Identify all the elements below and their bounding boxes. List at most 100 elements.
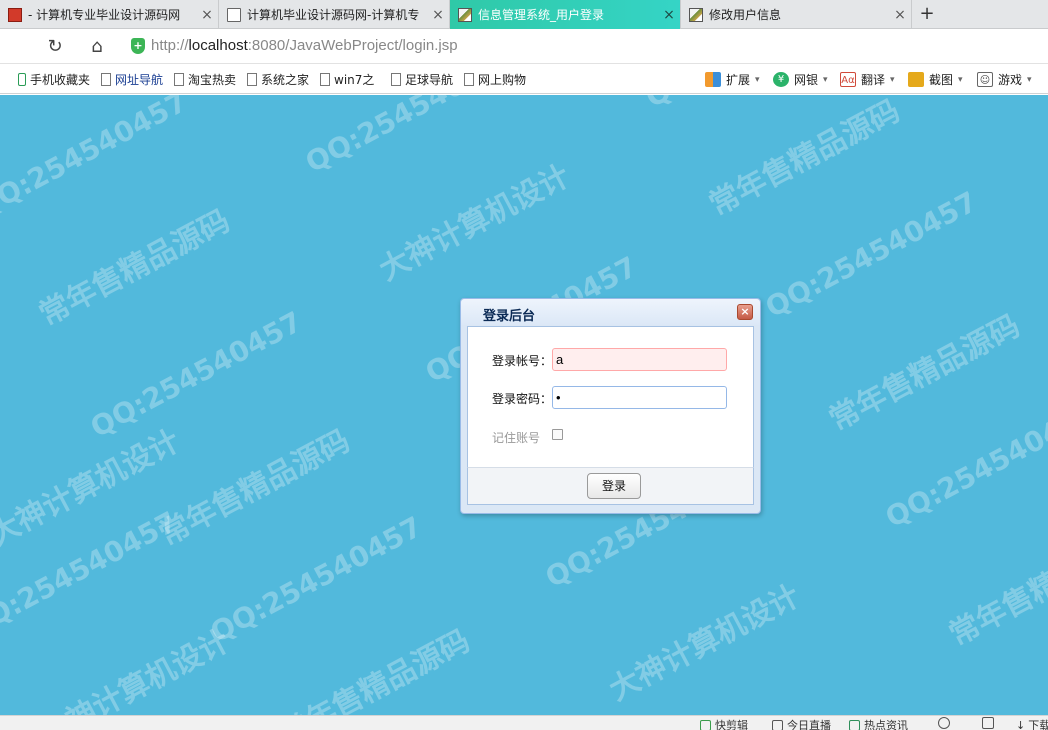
chevron-down-icon: ▾ — [890, 74, 895, 85]
dialog-header[interactable]: 登录后台 × — [461, 299, 760, 325]
game-icon: ☺ — [977, 72, 993, 87]
bookmark-shopping[interactable]: 网上购物 — [464, 71, 526, 88]
bookmark-label: 淘宝热卖 — [188, 73, 237, 87]
watermark: 常年售精品源码 — [153, 423, 356, 553]
page-icon — [247, 73, 257, 86]
watermark: 大神计算机设计 — [33, 623, 236, 715]
translate-icon: Aα — [840, 72, 856, 87]
url-scheme: http:// — [151, 37, 189, 54]
phone-icon — [18, 73, 26, 86]
toolbar-label: 截图 — [929, 73, 954, 87]
remember-account-label: 记住账号 — [492, 431, 541, 445]
toolbar-label: 游戏 — [998, 73, 1023, 87]
password-label: 登录密码： — [492, 392, 553, 406]
watermark: QQ:254540457 — [760, 185, 983, 325]
account-input[interactable]: a — [552, 348, 727, 371]
chevron-down-icon: ▾ — [755, 74, 760, 85]
red-logo-icon — [8, 7, 22, 22]
scissors-icon — [700, 719, 711, 730]
clock-button[interactable] — [938, 717, 950, 729]
games-menu[interactable]: ☺ 游戏 ▾ — [977, 71, 1032, 88]
clock-icon — [938, 717, 950, 729]
address-input[interactable]: http://localhost:8080/JavaWebProject/log… — [151, 37, 458, 54]
page-icon — [391, 73, 401, 86]
login-dialog: 登录后台 × 登录帐号： a 登录密码： • 记住账号 登录 — [460, 298, 761, 514]
chevron-down-icon: ▾ — [1027, 74, 1032, 85]
watermark: 常年售精品源码 — [33, 203, 236, 333]
close-icon[interactable]: × — [196, 7, 218, 23]
dialog-body: 登录帐号： a 登录密码： • 记住账号 — [467, 326, 754, 467]
home-icon[interactable]: ⌂ — [85, 35, 109, 59]
status-label: 快剪辑 — [715, 719, 748, 730]
new-tab-button[interactable]: + — [915, 3, 939, 25]
page-icon — [101, 73, 111, 86]
tab-title: - 计算机专业毕业设计源码网 — [28, 8, 181, 22]
plane-icon — [982, 717, 994, 729]
tab-edit-user[interactable]: 修改用户信息 × — [681, 0, 912, 29]
toolbar-label: 翻译 — [861, 73, 886, 87]
bookmark-label: win7之 — [334, 73, 375, 87]
plane-button[interactable] — [982, 717, 994, 729]
bookmark-football[interactable]: 足球导航 — [391, 71, 453, 88]
status-label: 热点资讯 — [864, 719, 908, 730]
bookmark-url-navigation[interactable]: 网址导航 — [101, 71, 163, 88]
watermark: 常年售精品源码 — [823, 308, 1026, 438]
close-icon[interactable]: × — [737, 304, 753, 320]
screenshot-icon — [908, 72, 924, 87]
dialog-footer: 登录 — [467, 467, 754, 505]
bookmark-win7[interactable]: win7之 — [320, 71, 374, 88]
hot-news-button[interactable]: 热点资讯 — [849, 717, 908, 730]
bookmark-label: 足球导航 — [405, 73, 454, 87]
bookmark-system-home[interactable]: 系统之家 — [247, 71, 309, 88]
page-icon — [464, 73, 474, 86]
watermark: 常年售精品源码 — [703, 95, 906, 223]
status-label: 下载 — [1028, 719, 1048, 730]
bookmark-label: 手机收藏夹 — [30, 73, 91, 87]
online-bank-menu[interactable]: ¥ 网银 ▾ — [773, 71, 828, 88]
watermark: QQ:254540457 — [880, 395, 1048, 535]
tab-graduation-design[interactable]: 计算机毕业设计源码网-计算机专 × — [219, 0, 450, 29]
watermark: QQ:254540457 — [300, 95, 523, 180]
watermark: 大神计算机设计 — [373, 158, 576, 288]
watermark: QQ:254540457 — [0, 95, 193, 225]
news-icon — [849, 719, 860, 730]
reload-icon[interactable]: ↻ — [43, 35, 67, 59]
bookmark-label: 系统之家 — [261, 73, 310, 87]
close-icon[interactable]: × — [658, 7, 680, 23]
password-input[interactable]: • — [552, 386, 727, 409]
extensions-menu[interactable]: 扩展 ▾ — [705, 71, 760, 88]
watermark: 大神计算机设计 — [0, 423, 186, 553]
toolbar-label: 网银 — [794, 73, 819, 87]
bookmark-taobao[interactable]: 淘宝热卖 — [174, 71, 236, 88]
bookmark-mobile-favorites[interactable]: 手机收藏夹 — [18, 71, 90, 88]
remember-account-checkbox[interactable] — [552, 429, 563, 440]
quick-edit-button[interactable]: 快剪辑 — [700, 717, 748, 730]
dialog-title: 登录后台 — [483, 309, 536, 324]
bookmark-label: 网上购物 — [478, 73, 527, 87]
security-shield-icon[interactable]: + — [131, 38, 145, 54]
tab-login-active[interactable]: 信息管理系统_用户登录 × — [450, 0, 681, 29]
watermark: QQ:254540457 — [85, 305, 308, 445]
watermark: QQ:254540457 — [640, 95, 862, 114]
page-viewport: QQ:254540457 常年售精品源码 QQ:254540457 大神计算机设… — [0, 95, 1048, 715]
bookmark-label: 网址导航 — [115, 73, 164, 87]
url-path: :8080/JavaWebProject/login.jsp — [247, 37, 458, 54]
navigation-bar: ↻ ⌂ + http://localhost:8080/JavaWebProje… — [0, 29, 1048, 64]
tab-title: 计算机毕业设计源码网-计算机专 — [247, 8, 420, 22]
toolbar-label: 扩展 — [726, 73, 751, 87]
bookmarks-bar: 手机收藏夹 网址导航 淘宝热卖 系统之家 win7之 足球导航 网上购物 扩展 … — [0, 64, 1048, 94]
download-icon: ↓ — [1016, 718, 1026, 730]
tab-title: 信息管理系统_用户登录 — [478, 8, 605, 22]
status-bar: 快剪辑 今日直播 热点资讯 ↓ 下载 — [0, 715, 1048, 730]
close-icon[interactable]: × — [889, 7, 911, 23]
close-icon[interactable]: × — [427, 7, 449, 23]
download-button[interactable]: ↓ 下载 — [1016, 717, 1048, 730]
translate-menu[interactable]: Aα 翻译 ▾ — [840, 71, 895, 88]
screenshot-menu[interactable]: 截图 ▾ — [908, 71, 963, 88]
watermark: 大神计算机设计 — [603, 578, 806, 708]
live-today-button[interactable]: 今日直播 — [772, 717, 831, 730]
watermark: 常年售精品源码 — [943, 523, 1048, 653]
chevron-down-icon: ▾ — [823, 74, 828, 85]
login-button[interactable]: 登录 — [587, 473, 641, 499]
tab-source-code-site[interactable]: - 计算机专业毕业设计源码网 × — [0, 0, 219, 29]
